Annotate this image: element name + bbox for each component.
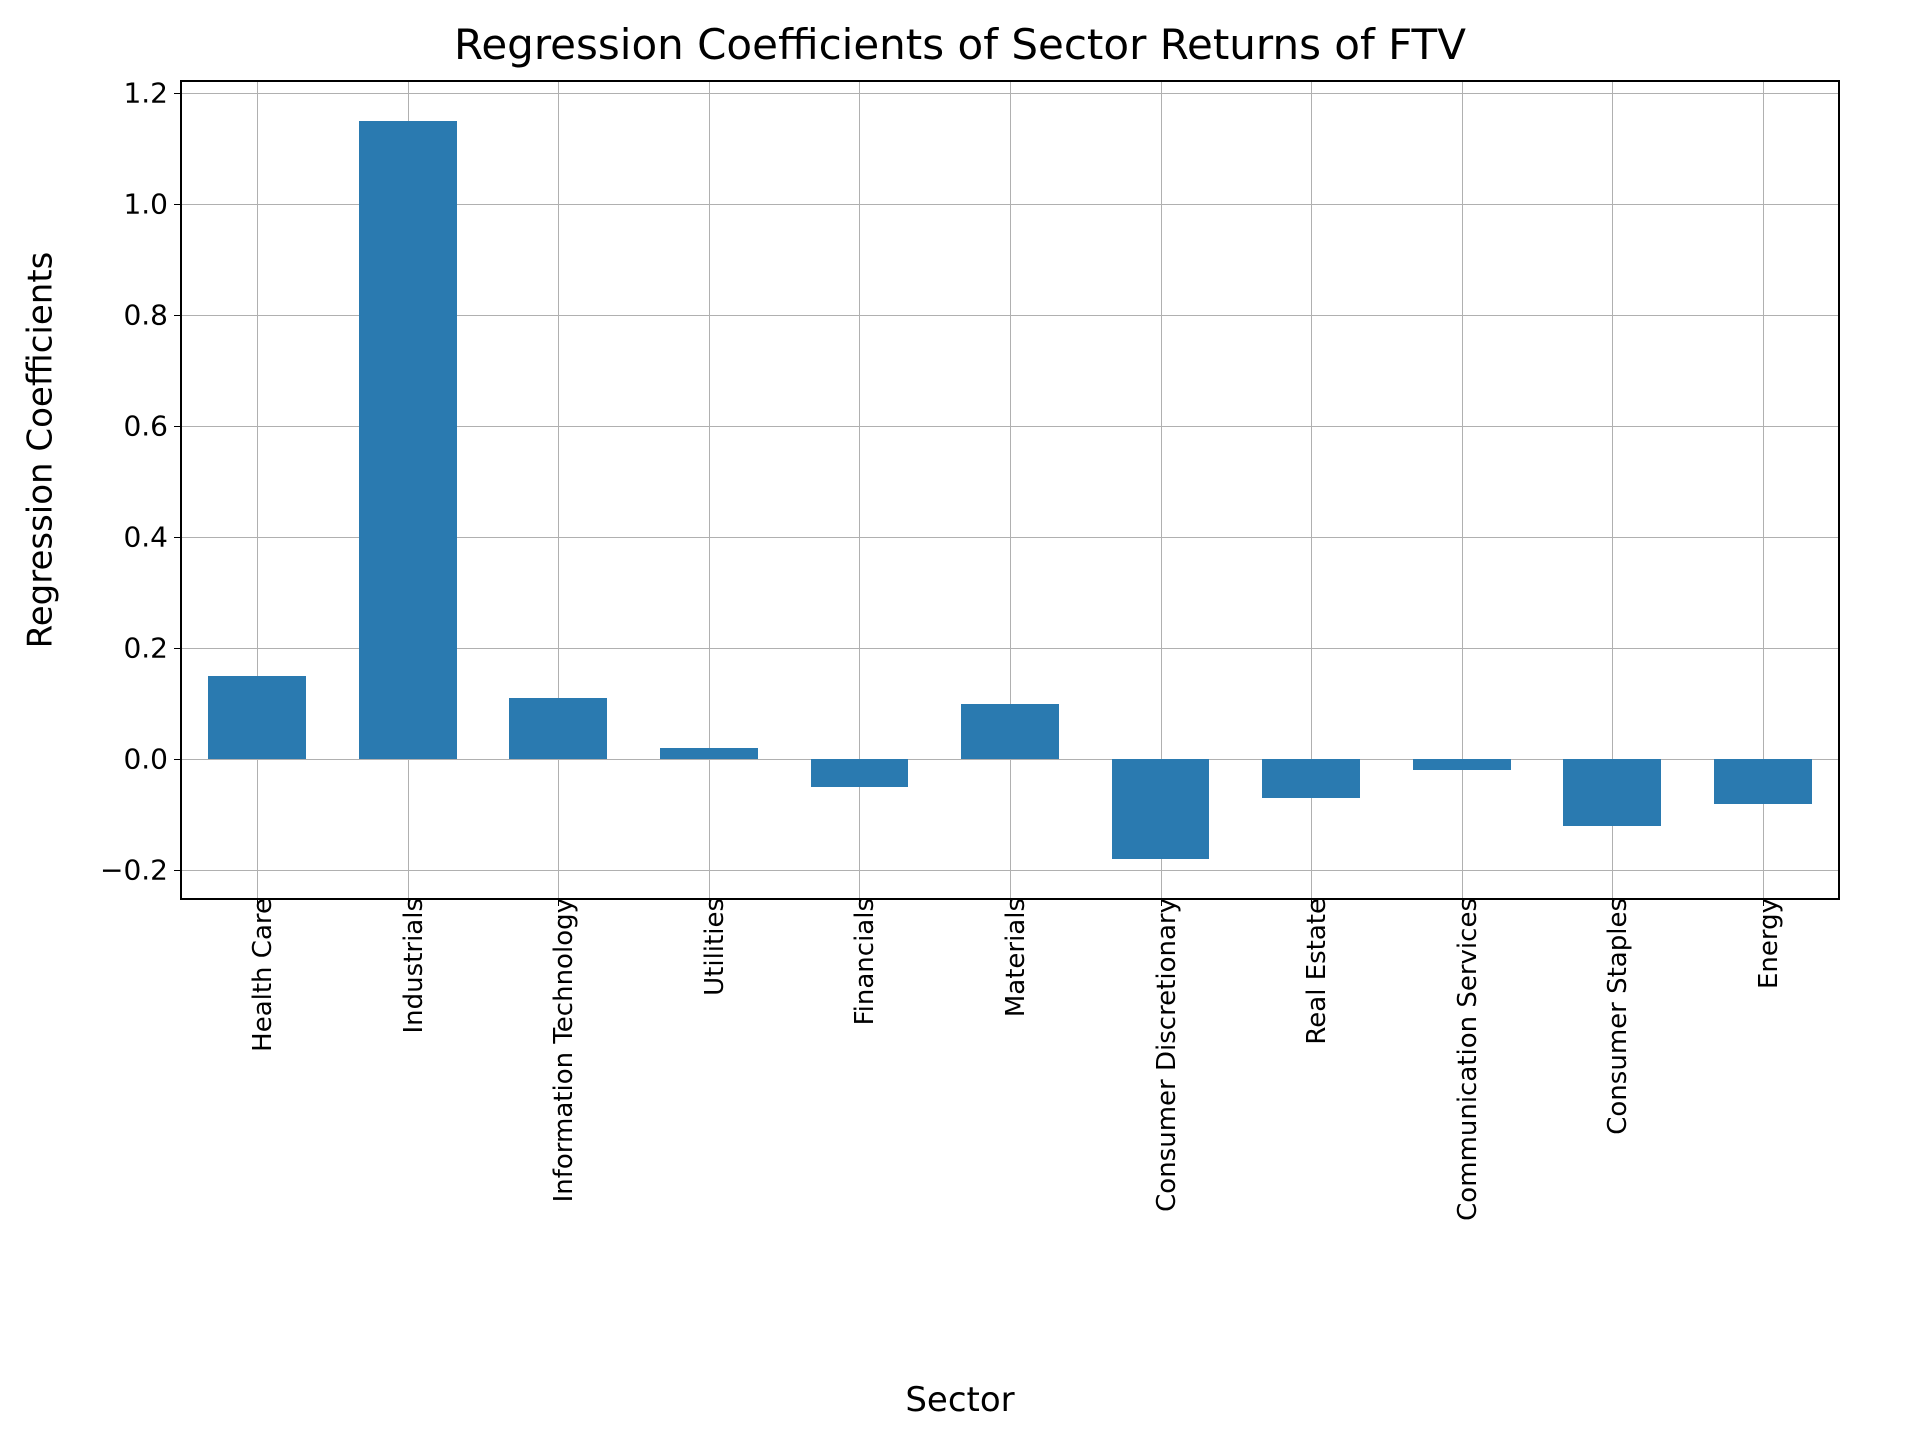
- bar: [1262, 759, 1360, 798]
- y-tick-label: 1.2: [123, 77, 182, 110]
- y-tick-label: 0.8: [123, 299, 182, 332]
- y-tick-label: 0.2: [123, 632, 182, 665]
- y-axis-label: Regression Coefficients: [20, 0, 60, 900]
- bar: [811, 759, 909, 787]
- y-tick-label: −0.2: [100, 854, 182, 887]
- bar: [1714, 759, 1812, 803]
- bar: [1112, 759, 1210, 859]
- x-tick-label: Information Technology: [537, 898, 579, 1202]
- grid-line: [709, 82, 710, 898]
- x-tick-label: Energy: [1742, 898, 1784, 989]
- chart-figure: Regression Coefficients of Sector Return…: [0, 0, 1920, 1440]
- x-tick-label: Utilities: [688, 898, 730, 996]
- bar: [1563, 759, 1661, 826]
- x-tick-label: Consumer Discretionary: [1140, 898, 1182, 1212]
- x-axis-label: Sector: [0, 1380, 1920, 1420]
- x-tick-label: Financials: [838, 898, 880, 1025]
- chart-title: Regression Coefficients of Sector Return…: [0, 20, 1920, 69]
- x-tick-label: Communication Services: [1441, 898, 1483, 1221]
- y-tick-label: 0.0: [123, 743, 182, 776]
- x-tick-label: Industrials: [387, 898, 429, 1033]
- x-tick-label: Consumer Staples: [1591, 898, 1633, 1135]
- x-tick-label: Real Estate: [1290, 898, 1332, 1045]
- grid-line: [558, 82, 559, 898]
- bar: [509, 698, 607, 759]
- grid-line: [1462, 82, 1463, 898]
- bar: [208, 676, 306, 759]
- plot-area: −0.20.00.20.40.60.81.01.2Health CareIndu…: [180, 80, 1840, 900]
- bar: [961, 704, 1059, 760]
- grid-line: [1010, 82, 1011, 898]
- x-tick-label: Health Care: [236, 898, 278, 1052]
- y-tick-label: 0.6: [123, 410, 182, 443]
- grid-line: [257, 82, 258, 898]
- bar: [660, 748, 758, 759]
- bar: [359, 121, 457, 759]
- y-tick-label: 1.0: [123, 188, 182, 221]
- x-tick-label: Materials: [989, 898, 1031, 1017]
- y-tick-label: 0.4: [123, 521, 182, 554]
- bar: [1413, 759, 1511, 770]
